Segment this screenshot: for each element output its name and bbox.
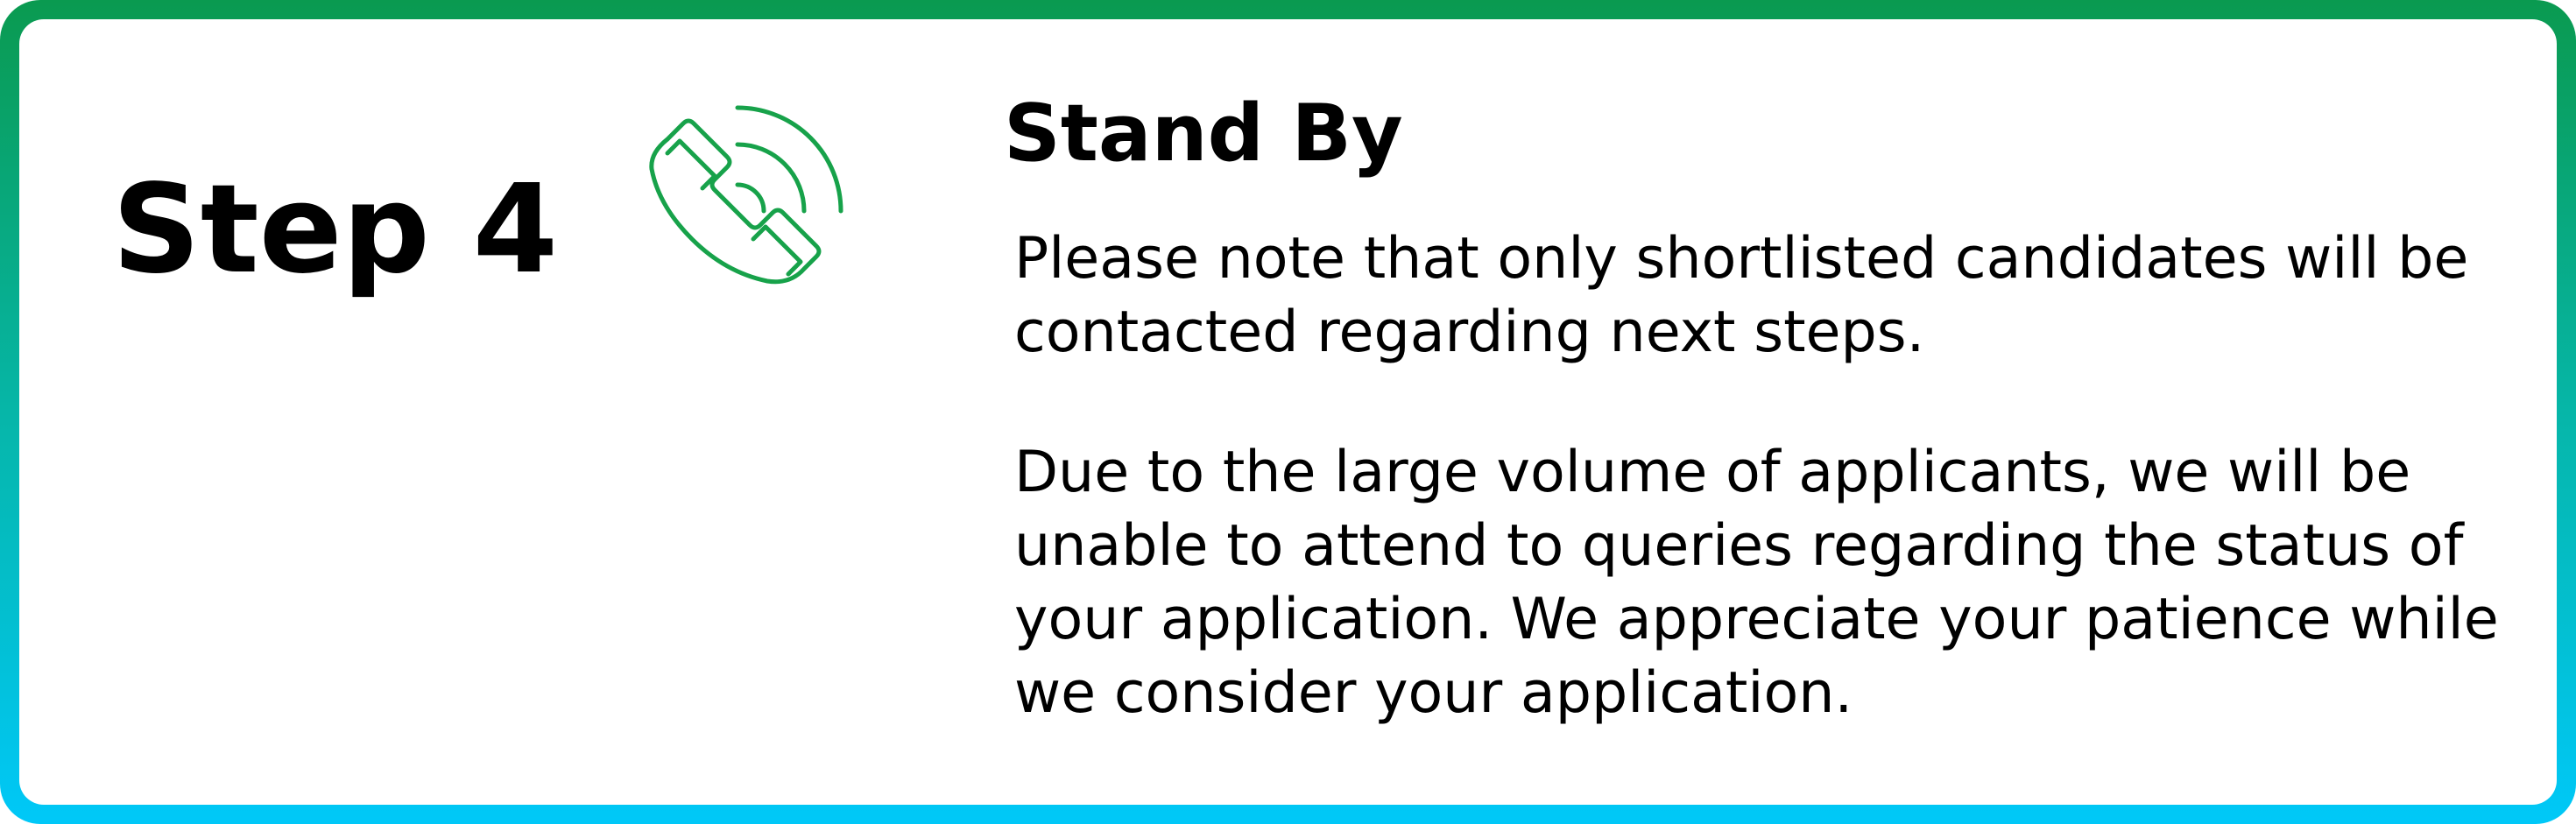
paragraph-line: we consider your application. bbox=[1014, 660, 1853, 726]
paragraph-line: your application. We appreciate your pat… bbox=[1014, 587, 2499, 652]
step-label: Step 4 bbox=[112, 158, 559, 301]
paragraph-line: Please note that only shortlisted candid… bbox=[1014, 226, 2469, 292]
paragraph-line: contacted regarding next steps. bbox=[1014, 299, 1925, 365]
phone-ringing-icon bbox=[649, 105, 843, 285]
paragraph-line: Due to the large volume of applicants, w… bbox=[1014, 440, 2411, 505]
paragraph-line: unable to attend to queries regarding th… bbox=[1014, 513, 2464, 579]
section-heading: Stand By bbox=[1004, 88, 1403, 180]
shortlist-notice-paragraph: Please note that only shortlisted candid… bbox=[1014, 222, 2538, 370]
queries-notice-paragraph: Due to the large volume of applicants, w… bbox=[1014, 436, 2538, 730]
